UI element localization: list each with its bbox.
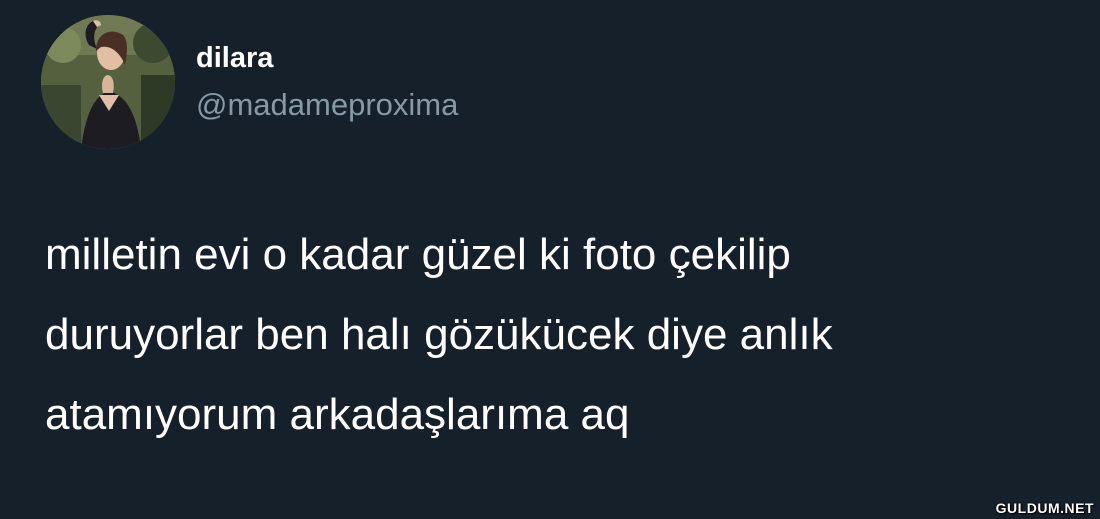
avatar[interactable]	[41, 15, 175, 149]
tweet-card: dilara @madameproxima milletin evi o kad…	[0, 0, 1100, 519]
profile-photo-icon	[41, 15, 175, 149]
site-watermark: GULDUM.NET	[995, 500, 1094, 516]
tweet-text: milletin evi o kadar güzel ki foto çekil…	[45, 215, 1075, 455]
tweet-text-line: milletin evi o kadar güzel ki foto çekil…	[45, 230, 791, 279]
username-handle[interactable]: @madameproxima	[196, 86, 458, 124]
tweet-text-line: atamıyorum arkadaşlarıma aq	[45, 390, 630, 439]
display-name[interactable]: dilara	[196, 40, 273, 76]
tweet-text-line: duruyorlar ben halı gözükücek diye anlık	[45, 310, 833, 359]
